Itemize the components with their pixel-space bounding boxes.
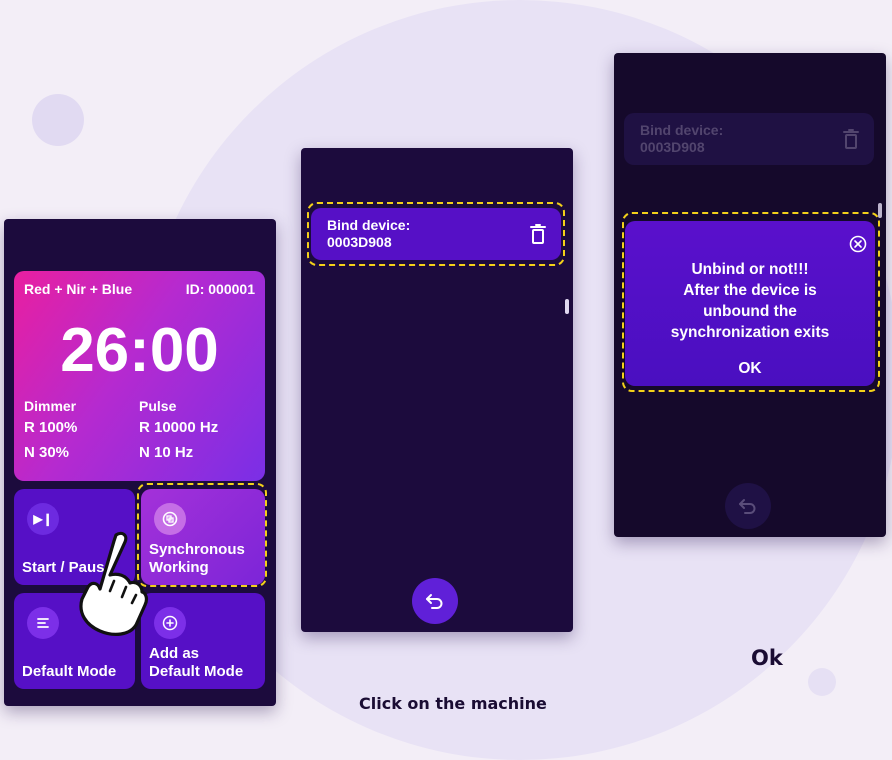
bind-item-highlight-frame xyxy=(307,202,565,266)
bind-device-label-dimmed: Bind device: xyxy=(640,122,724,138)
play-pause-icon: ▶❙ xyxy=(27,503,59,535)
undo-arrow-icon xyxy=(426,594,443,609)
dimmer-header: Dimmer xyxy=(24,398,77,414)
background-dot xyxy=(32,94,84,146)
back-button[interactable] xyxy=(412,578,458,624)
phone-main-screen: Red + Nir + Blue ID: 000001 26:00 Dimmer… xyxy=(4,219,276,706)
sync-label: Synchronous Working xyxy=(149,541,245,577)
plus-icon xyxy=(154,607,186,639)
add-default-label-line1: Add as xyxy=(149,645,200,662)
mode-label: Red + Nir + Blue xyxy=(24,281,133,297)
caption-click-machine: Click on the machine xyxy=(359,694,547,713)
trash-icon-dimmed xyxy=(843,129,859,149)
pulse-column: Pulse R 10000 Hz N 10 Hz xyxy=(139,398,218,469)
bound-device-item-dimmed: Bind device: 0003D908 xyxy=(624,113,874,165)
add-default-label-line2: Default Mode xyxy=(149,663,244,680)
synchronous-working-button[interactable]: Synchronous Working xyxy=(141,489,265,585)
dialog-highlight-frame xyxy=(622,212,880,392)
background-dot-small xyxy=(808,668,836,696)
device-id: ID: 000001 xyxy=(185,281,255,297)
dimmer-n-value: N 30% xyxy=(24,444,70,461)
phone-unbind-dialog-screen: Bind device: 0003D908 Unbind or not!!! A… xyxy=(614,53,886,537)
add-default-label: Add as Default Mode xyxy=(149,645,243,681)
pointing-hand-icon xyxy=(79,531,149,636)
pulse-r-value: R 10000 Hz xyxy=(139,419,219,436)
dimmer-r-value: R 100% xyxy=(24,419,78,436)
undo-arrow-icon-dimmed xyxy=(739,499,756,514)
timer-display: 26:00 xyxy=(60,316,219,385)
session-card: Red + Nir + Blue ID: 000001 26:00 Dimmer… xyxy=(14,271,265,481)
caption-ok: Ok xyxy=(751,646,783,670)
list-icon xyxy=(27,607,59,639)
sync-icon xyxy=(154,503,186,535)
default-mode-label: Default Mode xyxy=(22,663,117,680)
pulse-header: Pulse xyxy=(139,398,177,414)
pulse-n-value: N 10 Hz xyxy=(139,444,194,461)
phone-bind-screen: Bind device: 0003D908 xyxy=(301,148,573,632)
bound-device-text-dimmed: Bind device: 0003D908 xyxy=(640,122,723,156)
bind-device-id-dimmed: 0003D908 xyxy=(640,139,705,155)
add-as-default-mode-button[interactable]: Add as Default Mode xyxy=(141,593,265,689)
sync-label-line2: Working xyxy=(149,559,209,576)
sync-label-line1: Synchronous xyxy=(149,541,245,558)
scrollbar-dimmed xyxy=(878,203,882,218)
back-button-dimmed xyxy=(725,483,771,529)
dimmer-column: Dimmer R 100% N 30% xyxy=(24,398,77,469)
scrollbar[interactable] xyxy=(565,299,569,314)
